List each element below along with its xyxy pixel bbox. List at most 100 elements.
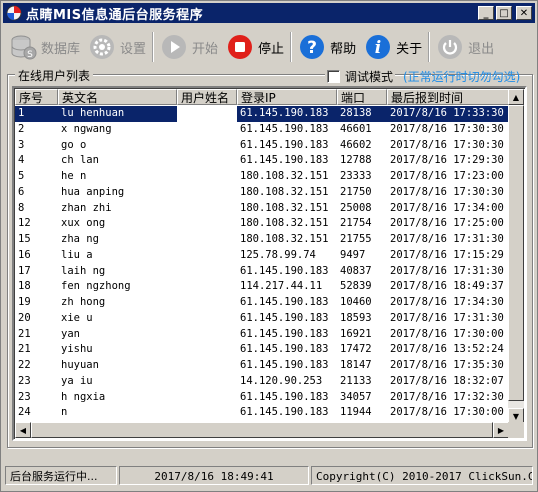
table-row[interactable]: 15 zha ng 180.108.32.151 21755 2017/8/16 17:… [15,232,511,248]
table-cell: 16 [18,248,31,261]
table-row[interactable]: 1 lu henhuan 61.145.190.183 28138 2017/8/16 … [15,106,511,122]
table-cell: 180.108.32.151 [240,170,329,182]
table-cell: 2017/8/16 18:49:37 [390,280,504,293]
status-state: 后台服务运行中... [5,466,117,485]
table-row[interactable]: 8 zhan zhi 180.108.32.151 25008 2017/8/16 17… [15,201,511,217]
column-header[interactable]: 序号 [15,89,58,105]
table-cell: 12788 [340,154,372,167]
table-cell [177,248,237,264]
scroll-right-icon[interactable]: ▶ [493,422,509,438]
svg-text:i: i [375,38,381,58]
table-row[interactable]: 20 xie u 61.145.190.183 18593 2017/8/16 17:3… [15,311,511,327]
table-row[interactable]: 2 x ngwang 61.145.190.183 46601 2017/8/16 17… [15,122,511,138]
table-row[interactable]: 17 laih ng 61.145.190.183 40837 2017/8/16 17… [15,264,511,280]
table-cell: 61.145.190.183 [240,343,329,356]
svg-text:?: ? [307,38,317,58]
help-button[interactable]: ? 帮助 [294,30,360,64]
table-cell: 61.145.190.183 [240,311,329,324]
table-cell: 2017/8/16 17:30:30 [390,138,504,151]
table-row[interactable]: 4 ch lan 61.145.190.183 12788 2017/8/16 17:2… [15,153,511,169]
about-button[interactable]: i 关于 [360,30,426,64]
table-row[interactable]: 22 huyuan 61.145.190.183 18147 2017/8/16 17… [15,358,511,374]
table-cell [177,264,237,280]
column-header[interactable]: 英文名 [58,89,177,105]
table-cell: 61.145.190.183 [240,390,329,403]
group-title: 在线用户列表 [15,67,94,84]
table-cell: 2017/8/16 13:52:24 [390,343,504,356]
toolbar-separator [428,32,431,62]
table-cell: 40837 [340,264,372,277]
table-cell: 2017/8/16 17:31:30 [390,264,504,277]
checkbox-box[interactable] [327,70,340,83]
table-cell [177,169,237,185]
minimize-button[interactable]: _ [478,6,494,20]
table-row[interactable]: 5 he n 180.108.32.151 23333 2017/8/16 17:23:… [15,169,511,185]
column-header[interactable]: 登录IP [237,89,337,105]
table-row[interactable]: 19 zh hong 61.145.190.183 10460 2017/8/16 17… [15,295,511,311]
table-cell: 8 [18,201,25,214]
database-icon: S [9,33,37,61]
table-header: 序号 英文名 用户姓名 登录IP 端口 最后报到时间 [15,89,511,105]
table-cell: 2017/8/16 17:30:30 [390,122,504,135]
exit-button[interactable]: 退出 [432,30,498,64]
column-header[interactable]: 端口 [337,89,387,105]
toolbar-separator [152,32,155,62]
table-cell: 2017/8/16 17:33:30 [387,106,511,122]
close-button[interactable]: ✕ [516,6,532,20]
table-cell: 10460 [340,296,372,308]
table-cell: laih ng [61,264,106,277]
scroll-thumb[interactable] [31,422,493,438]
table-cell: 61.145.190.183 [240,122,329,135]
scroll-thumb[interactable] [508,105,524,401]
stop-button[interactable]: 停止 [222,30,288,64]
table-cell: h ngxia [61,390,106,403]
vertical-scrollbar[interactable]: ▲ ▼ [508,89,524,424]
table-cell: 21 [18,327,31,340]
table-cell: 180.108.32.151 [240,201,329,214]
table-cell [177,122,237,138]
table-row[interactable]: 21 yishu 61.145.190.183 17472 2017/8/16 13:… [15,342,511,358]
main-window: 点睛MIS信息通后台服务程序 _ □ ✕ S 数据库 设置 开始 停止 ? 帮助… [0,0,538,492]
table-cell: 2017/8/16 17:25:00 [390,217,504,230]
table-cell: 22 [18,359,31,371]
column-header[interactable]: 用户姓名 [177,89,237,105]
table-cell: zha ng [61,233,99,245]
table-cell [177,106,237,122]
maximize-button[interactable]: □ [496,6,512,20]
table-cell: 61.145.190.183 [240,264,329,277]
table-cell: 21133 [340,374,372,387]
table-cell: 21754 [340,217,372,230]
table-row[interactable]: 23 h ngxia 61.145.190.183 34057 2017/8/16 17… [15,390,511,406]
settings-button[interactable]: 设置 [84,30,150,64]
debug-mode-checkbox[interactable]: 调试模式 [325,68,396,85]
table-row[interactable]: 23 ya iu 14.120.90.253 21133 2017/8/16 18:32… [15,374,511,390]
table-cell: fen ngzhong [61,280,131,293]
window-title: 点睛MIS信息通后台服务程序 [26,7,204,23]
table-cell: xie u [61,311,93,324]
table-cell: 2017/8/16 17:34:30 [390,296,504,308]
column-header[interactable]: 最后报到时间 [387,89,511,105]
table-row[interactable]: 3 go o 61.145.190.183 46602 2017/8/16 17:30:… [15,138,511,154]
table-cell: 2017/8/16 17:23:00 [390,170,504,182]
start-button[interactable]: 开始 [156,30,222,64]
table-cell: 61.145.190.183 [240,359,329,371]
table-row[interactable]: 24 n 61.145.190.183 11944 2017/8/16 17:30:0… [15,405,511,421]
table-cell [177,358,237,374]
scroll-up-icon[interactable]: ▲ [508,89,524,105]
title-bar[interactable]: 点睛MIS信息通后台服务程序 _ □ ✕ [3,3,535,23]
table-row[interactable]: 16 liu a 125.78.99.74 9497 2017/8/16 17:15:2… [15,248,511,264]
table-cell: 11944 [340,406,372,419]
table-row[interactable]: 12 xux ong 180.108.32.151 21754 2017/8/16 17… [15,216,511,232]
table-cell: 61.145.190.183 [240,296,329,308]
table-row[interactable]: 21 yan 61.145.190.183 16921 2017/8/16 17:30:… [15,327,511,343]
table-cell: 2017/8/16 17:34:00 [390,201,504,214]
table-cell: ch lan [61,154,99,167]
gear-icon [88,33,116,61]
database-button[interactable]: S 数据库 [5,30,84,64]
table-cell: 2 [18,122,25,135]
table-row[interactable]: 6 hua anping 180.108.32.151 21750 2017/8/16 … [15,185,511,201]
horizontal-scrollbar[interactable]: ◀ ▶ [15,422,509,438]
table-cell [177,185,237,201]
scroll-left-icon[interactable]: ◀ [15,422,31,438]
table-row[interactable]: 18 fen ngzhong 114.217.44.11 52839 2017/8/16… [15,279,511,295]
